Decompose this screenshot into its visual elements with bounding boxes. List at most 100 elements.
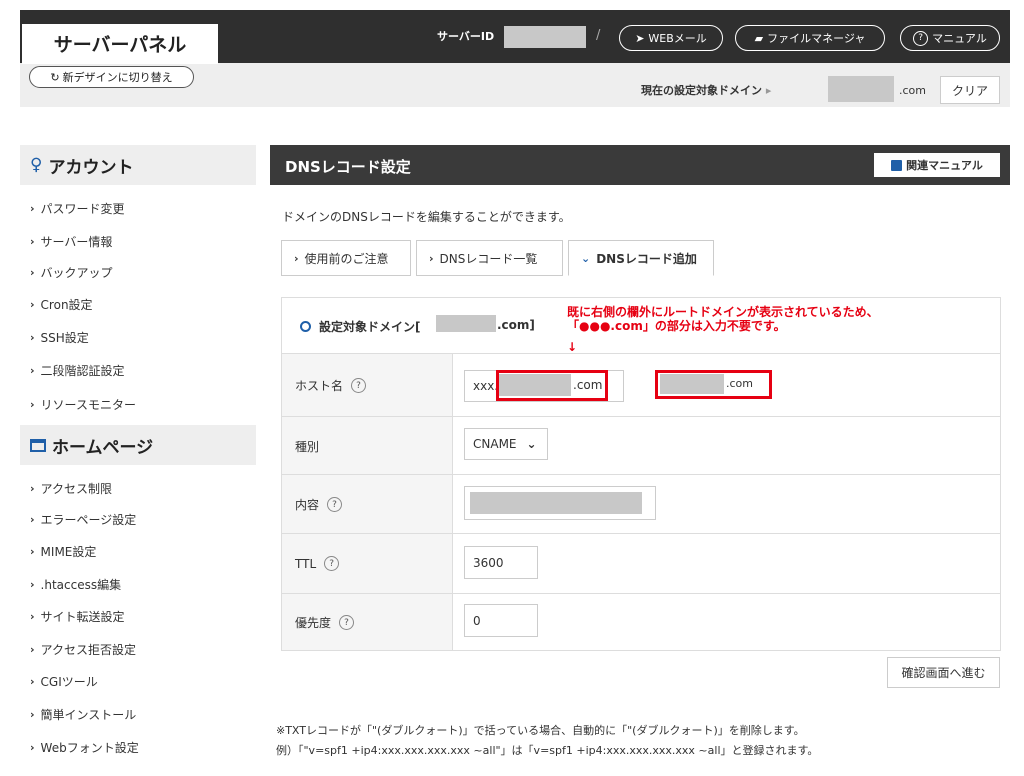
- webmail-label: WEBメール: [648, 32, 707, 45]
- window-icon: [30, 438, 46, 452]
- circle-icon: [300, 321, 311, 332]
- form-divider: [281, 593, 1001, 594]
- target-domain-suffix: .com: [899, 84, 926, 97]
- help-icon[interactable]: ?: [339, 615, 355, 630]
- domain-masked: [436, 315, 496, 332]
- sidebar-item-resource-monitor[interactable]: › リソースモニター: [30, 396, 136, 413]
- footnote-txt: ※TXTレコードが「"(ダブルクォート)」で括っている場合、自動的に「"(ダブル…: [276, 724, 805, 737]
- logo-text: サーバーパネル: [53, 34, 187, 56]
- logo[interactable]: サーバーパネル: [22, 24, 218, 64]
- chevron-right-icon: ›: [30, 708, 35, 721]
- sidebar-item-server-info[interactable]: › サーバー情報: [30, 233, 112, 250]
- priority-input[interactable]: 0: [464, 604, 538, 637]
- highlight-box: [496, 370, 608, 401]
- chevron-right-icon: ›: [30, 545, 35, 558]
- chevron-right-icon: ›: [429, 251, 434, 265]
- sidebar-section-account: ♀ アカウント: [20, 145, 256, 185]
- chevron-right-icon: ›: [30, 643, 35, 656]
- book-icon: [891, 159, 903, 171]
- chevron-right-icon: ›: [30, 482, 35, 495]
- help-icon[interactable]: ?: [324, 556, 340, 571]
- chevron-down-icon: ⌄: [526, 437, 537, 451]
- content-label: 内容 ?: [295, 496, 343, 513]
- refresh-icon: ↻: [50, 70, 60, 84]
- target-domain-label: 現在の設定対象ドメイン ▸: [641, 84, 772, 97]
- question-icon: ?: [913, 30, 929, 46]
- help-icon[interactable]: ?: [327, 497, 343, 512]
- chevron-right-icon: ›: [30, 364, 35, 377]
- manual-label: マニュアル: [932, 32, 987, 45]
- manual-button[interactable]: ? マニュアル: [900, 25, 1000, 51]
- priority-label: 優先度 ?: [295, 614, 355, 631]
- clear-button[interactable]: クリア: [940, 76, 1000, 104]
- sidebar-item-cgi[interactable]: › CGIツール: [30, 673, 98, 690]
- confirm-button[interactable]: 確認画面へ進む: [887, 657, 1000, 688]
- related-manual-label: 関連マニュアル: [906, 159, 983, 172]
- sidebar-item-access-limit[interactable]: › アクセス制限: [30, 480, 112, 497]
- form-divider: [281, 533, 1001, 534]
- sidebar-item-2fa[interactable]: › 二段階認証設定: [30, 362, 125, 379]
- sidebar-item-easy-install[interactable]: › 簡単インストール: [30, 706, 136, 723]
- ttl-input[interactable]: 3600: [464, 546, 538, 579]
- switch-design-button[interactable]: ↻ 新デザインに切り替え: [29, 66, 194, 88]
- tab-dns-list[interactable]: › DNSレコード一覧: [416, 240, 563, 276]
- type-label: 種別: [295, 440, 320, 454]
- chevron-right-icon: ›: [30, 266, 35, 279]
- chevron-right-icon: ›: [30, 298, 35, 311]
- help-icon[interactable]: ?: [351, 378, 367, 393]
- chevron-right-icon: ›: [30, 398, 35, 411]
- tab-dns-add[interactable]: ⌄ DNSレコード追加: [568, 240, 714, 276]
- chevron-right-icon: ›: [30, 578, 35, 591]
- chevron-right-icon: ›: [30, 610, 35, 623]
- type-select[interactable]: CNAME ⌄: [464, 428, 548, 460]
- related-manual-button[interactable]: 関連マニュアル: [874, 153, 1000, 177]
- sidebar-section-title: アカウント: [48, 157, 134, 178]
- sidebar-item-web-font[interactable]: › Webフォント設定: [30, 739, 139, 756]
- sidebar-item-backup[interactable]: › バックアップ: [30, 264, 113, 281]
- sidebar-section-homepage: ホームページ: [20, 425, 256, 465]
- server-id-value-masked: [504, 26, 586, 48]
- chevron-right-icon: ›: [30, 202, 35, 215]
- target-domain-row: 設定対象ドメイン[: [300, 318, 421, 335]
- tab-precautions[interactable]: › 使用前のご注意: [281, 240, 411, 276]
- annotation-note: 既に右側の欄外にルートドメインが表示されているため、 「●●●.com」の部分は…: [567, 305, 879, 333]
- header-divider: /: [596, 28, 601, 43]
- chevron-right-icon: ›: [30, 741, 35, 754]
- target-domain-masked: [828, 76, 894, 102]
- ttl-label: TTL ?: [295, 556, 340, 571]
- chevron-right-icon: ›: [30, 513, 35, 526]
- switch-design-label: 新デザインに切り替え: [62, 71, 173, 84]
- server-id-label: サーバーID: [437, 30, 495, 43]
- sidebar-item-htaccess[interactable]: › .htaccess編集: [30, 576, 121, 593]
- send-icon: ➤: [635, 31, 645, 45]
- page-title: DNSレコード設定: [285, 158, 411, 176]
- folder-icon: ▰: [754, 31, 764, 45]
- chevron-right-icon: ›: [294, 251, 299, 265]
- form-divider: [281, 474, 1001, 475]
- sidebar-item-mime[interactable]: › MIME設定: [30, 543, 96, 560]
- sidebar-item-ssh[interactable]: › SSH設定: [30, 329, 89, 346]
- form-divider: [281, 416, 1001, 417]
- sidebar-item-redirect[interactable]: › サイト転送設定: [30, 608, 125, 625]
- chevron-right-icon: ›: [30, 331, 35, 344]
- file-manager-button[interactable]: ▰ ファイルマネージャ: [735, 25, 885, 51]
- sidebar-item-cron[interactable]: › Cron設定: [30, 296, 93, 313]
- sidebar-item-password[interactable]: › パスワード変更: [30, 200, 125, 217]
- sidebar-item-error-page[interactable]: › エラーページ設定: [30, 511, 136, 528]
- webmail-button[interactable]: ➤ WEBメール: [619, 25, 723, 51]
- page-description: ドメインのDNSレコードを編集することができます。: [282, 210, 571, 224]
- sidebar-item-access-deny[interactable]: › アクセス拒否設定: [30, 641, 136, 658]
- user-icon: ♀: [30, 155, 43, 175]
- highlight-box: [655, 370, 772, 399]
- annotation-arrow: ↓: [567, 340, 578, 354]
- chevron-down-icon: ⌄: [581, 251, 591, 265]
- file-manager-label: ファイルマネージャ: [767, 32, 866, 45]
- sidebar-section-title: ホームページ: [52, 437, 154, 458]
- host-label: ホスト名 ?: [295, 377, 367, 394]
- chevron-right-icon: ›: [30, 675, 35, 688]
- form-divider: [281, 353, 1001, 354]
- domain-suffix: .com]: [497, 318, 535, 332]
- content-value-masked: [470, 492, 642, 514]
- chevron-right-icon: ›: [30, 235, 35, 248]
- footnote-example: 例）「"v=spf1 +ip4:xxx.xxx.xxx.xxx ~all"」は「…: [276, 744, 819, 757]
